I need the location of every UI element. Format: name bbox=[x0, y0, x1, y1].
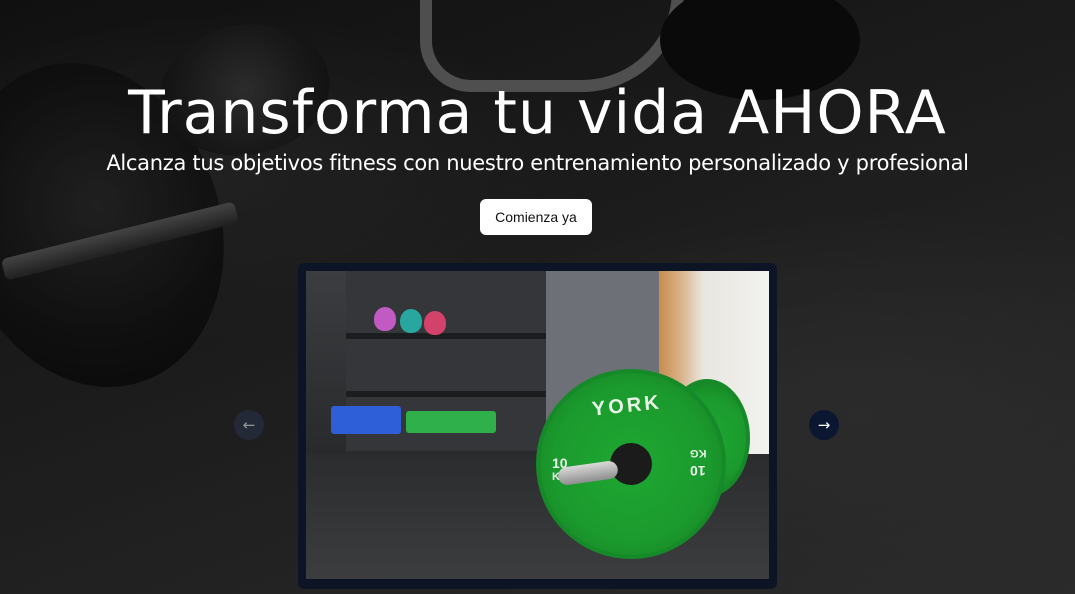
hero-section: Transforma tu vida AHORA Alcanza tus obj… bbox=[0, 0, 1075, 594]
slide-shelf bbox=[346, 391, 546, 397]
plate-weight-right: 10 bbox=[690, 463, 706, 479]
plate-weight-right-unit: KG bbox=[690, 447, 707, 459]
carousel-slide: YORK 10 KG 10 KG bbox=[306, 271, 769, 579]
arrow-right-icon: → bbox=[817, 416, 831, 434]
kettlebell bbox=[424, 311, 446, 335]
slide-green-plates bbox=[406, 411, 496, 433]
kettlebell bbox=[400, 309, 422, 333]
start-now-button[interactable]: Comienza ya bbox=[480, 199, 592, 235]
kettlebell bbox=[374, 307, 396, 331]
image-carousel: YORK 10 KG 10 KG bbox=[298, 263, 777, 589]
arrow-left-icon: ← bbox=[242, 416, 256, 434]
slide-shelf bbox=[346, 333, 546, 339]
hero-subtitle: Alcanza tus objetivos fitness con nuestr… bbox=[106, 151, 969, 175]
plate-brand-label: YORK bbox=[590, 391, 663, 421]
slide-blue-plates bbox=[331, 406, 401, 434]
carousel-next-button[interactable]: → bbox=[809, 410, 839, 440]
front-bumper-plate: YORK 10 KG 10 KG bbox=[536, 369, 726, 559]
carousel-prev-button[interactable]: ← bbox=[234, 410, 264, 440]
hero-title: Transforma tu vida AHORA bbox=[128, 78, 947, 148]
